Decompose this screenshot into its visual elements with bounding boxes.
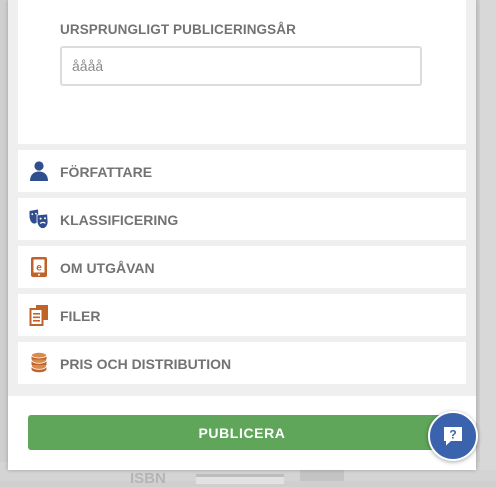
backdrop-isbn-field — [196, 474, 284, 484]
year-input[interactable] — [60, 46, 422, 86]
publish-button[interactable]: PUBLICERA — [28, 415, 456, 450]
section-label: PRIS OCH DISTRIBUTION — [60, 356, 232, 372]
section-label: KLASSIFICERING — [60, 212, 179, 228]
help-button[interactable]: ? — [428, 411, 478, 461]
svg-text:?: ? — [449, 428, 456, 442]
theater-masks-icon — [29, 209, 49, 229]
section-authors[interactable]: FÖRFATTARE — [18, 150, 466, 192]
year-card: URSPRUNGLIGT PUBLICERINGSÅR — [18, 0, 466, 144]
year-field-label: URSPRUNGLIGT PUBLICERINGSÅR — [60, 22, 296, 37]
section-about-edition[interactable]: e OM UTGÅVAN — [18, 246, 466, 288]
files-icon — [29, 305, 48, 326]
section-label: OM UTGÅVAN — [60, 260, 155, 276]
backdrop-button — [300, 470, 344, 481]
backdrop-strip — [480, 0, 496, 470]
section-label: FÖRFATTARE — [60, 164, 153, 180]
section-price-distribution[interactable]: PRIS OCH DISTRIBUTION — [18, 342, 466, 384]
publish-modal: URSPRUNGLIGT PUBLICERINGSÅR FÖRFATTARE K… — [8, 0, 476, 470]
ebook-icon: e — [31, 257, 47, 277]
backdrop-isbn-label: ISBN — [130, 470, 166, 487]
svg-text:e: e — [36, 263, 42, 274]
section-files[interactable]: FILER — [18, 294, 466, 336]
help-chat-icon: ? — [444, 427, 462, 446]
section-classification[interactable]: KLASSIFICERING — [18, 198, 466, 240]
person-icon — [30, 161, 48, 181]
coins-icon — [31, 352, 47, 373]
section-label: FILER — [60, 308, 101, 324]
modal-footer: PUBLICERA — [8, 396, 476, 470]
